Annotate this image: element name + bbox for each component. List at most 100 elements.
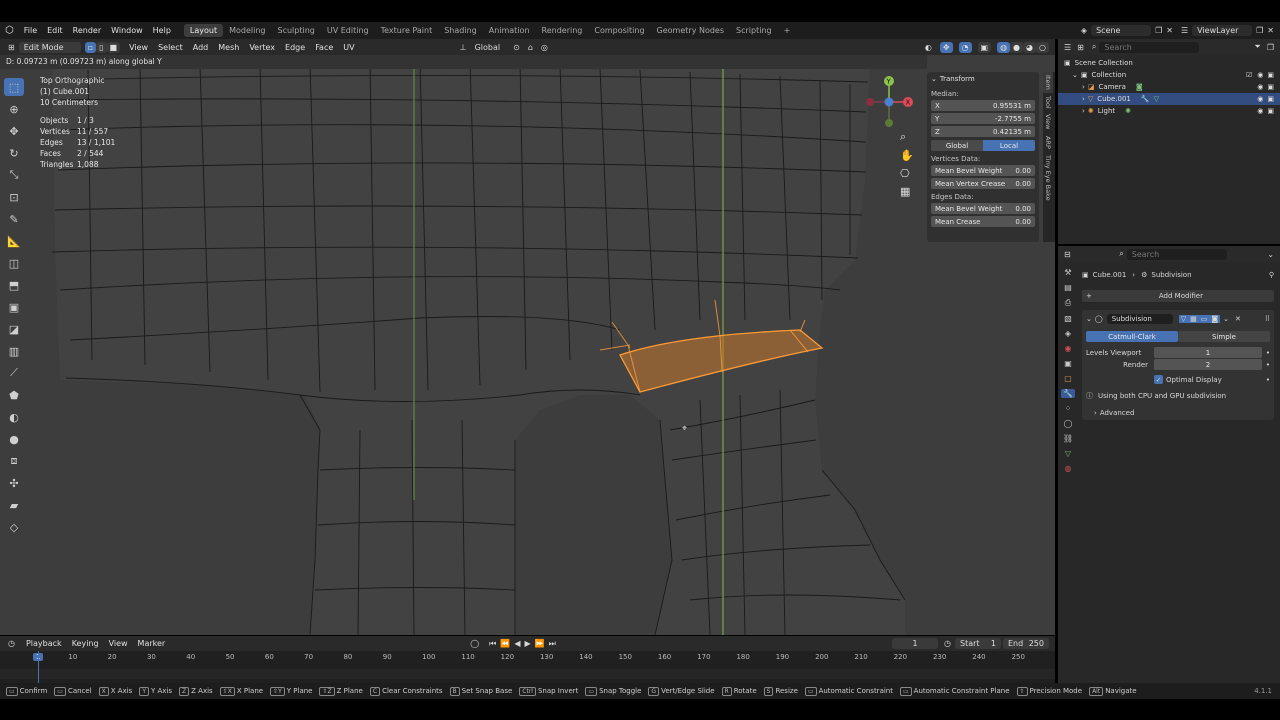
- smooth-icon[interactable]: ●: [4, 430, 24, 448]
- edge-slide-icon[interactable]: ⧈: [4, 452, 24, 470]
- checkbox-icon[interactable]: ☑: [1246, 71, 1252, 79]
- expand-arrow-icon[interactable]: ›: [1082, 107, 1085, 115]
- pin-icon[interactable]: ⚲: [1269, 271, 1274, 279]
- tab-modeling[interactable]: Modeling: [223, 24, 271, 37]
- expand-arrow-icon[interactable]: ›: [1082, 95, 1085, 103]
- outliner-row-scene-collection[interactable]: ▣ Scene Collection: [1064, 57, 1274, 69]
- edge-select-icon[interactable]: ▯: [96, 41, 107, 53]
- properties-editor-icon[interactable]: ⊟: [1064, 250, 1071, 259]
- viewport-toggle-icon[interactable]: ▭: [1198, 315, 1210, 323]
- expand-arrow-icon[interactable]: ›: [1094, 409, 1097, 417]
- prev-keyframe-icon[interactable]: ⏪: [500, 639, 510, 648]
- transform-icon[interactable]: ⊡: [4, 188, 24, 206]
- drag-handle-icon[interactable]: ⠿: [1265, 315, 1270, 323]
- tab-layout[interactable]: Layout: [183, 24, 224, 37]
- next-keyframe-icon[interactable]: ⏩: [535, 639, 545, 648]
- render-tab-icon[interactable]: ▤: [1064, 283, 1072, 292]
- orientation-selector[interactable]: Global: [469, 41, 506, 53]
- menu-select[interactable]: Select: [153, 43, 188, 52]
- tab-tool[interactable]: Tool: [1043, 93, 1053, 112]
- menu-face[interactable]: Face: [310, 43, 338, 52]
- shrink-fatten-icon[interactable]: ✣: [4, 474, 24, 492]
- eye-icon[interactable]: ◉: [1257, 71, 1263, 79]
- eye-icon[interactable]: ◉: [1257, 107, 1263, 115]
- vertex-select-icon[interactable]: ▫: [84, 41, 97, 53]
- mode-selector[interactable]: Edit Mode: [18, 41, 81, 53]
- jump-end-icon[interactable]: ⏭: [549, 639, 556, 649]
- camera-render-icon[interactable]: ▣: [1267, 83, 1274, 91]
- outliner-search-input[interactable]: Search: [1099, 41, 1200, 53]
- start-frame-field[interactable]: Start 1: [955, 638, 1001, 649]
- constraints-tab-icon[interactable]: ⛓: [1063, 434, 1073, 443]
- data-tab-icon[interactable]: ▽: [1065, 449, 1071, 458]
- end-frame-field[interactable]: End 250: [1003, 638, 1049, 649]
- material-tab-icon[interactable]: ◍: [1065, 464, 1072, 473]
- current-frame-field[interactable]: 1: [892, 638, 939, 649]
- viewlayer-close-icon[interactable]: ✕: [1267, 26, 1274, 35]
- viewlayer-copy-icon[interactable]: ❐: [1256, 26, 1263, 35]
- simple-toggle[interactable]: Simple: [1178, 331, 1270, 342]
- shading-material-icon[interactable]: ◕: [1023, 41, 1037, 53]
- tab-compositing[interactable]: Compositing: [588, 24, 650, 37]
- physics-tab-icon[interactable]: ◯: [1064, 419, 1073, 428]
- knife-icon[interactable]: ⟋: [4, 364, 24, 382]
- tab-arp[interactable]: ARP: [1043, 133, 1053, 152]
- tab-view[interactable]: View: [1043, 111, 1053, 132]
- record-icon[interactable]: ◯: [470, 639, 479, 648]
- play-icon[interactable]: ▶: [524, 639, 530, 648]
- tab-animation[interactable]: Animation: [483, 24, 536, 37]
- close-icon[interactable]: ✕: [1235, 315, 1241, 323]
- tab-rendering[interactable]: Rendering: [536, 24, 589, 37]
- viewlayer-selector[interactable]: ViewLayer: [1192, 25, 1253, 36]
- median-z-field[interactable]: Z 0.42135 m: [931, 126, 1035, 137]
- tab-geometry-nodes[interactable]: Geometry Nodes: [651, 24, 730, 37]
- properties-search-input[interactable]: Search: [1126, 248, 1227, 260]
- camera-view-icon[interactable]: ⎔: [900, 167, 914, 180]
- modifier-menu-icon[interactable]: ⌄: [1223, 315, 1229, 323]
- add-modifier-button[interactable]: Add Modifier: [1092, 292, 1270, 300]
- gizmo-toggle-icon[interactable]: ✥: [939, 41, 953, 53]
- median-x-field[interactable]: X 0.95531 m: [931, 100, 1035, 111]
- tab-scripting[interactable]: Scripting: [730, 24, 778, 37]
- pivot-icon[interactable]: ⊙: [513, 43, 520, 52]
- mean-crease-field[interactable]: Mean Crease 0.00: [931, 216, 1035, 227]
- menu-edit[interactable]: Edit: [42, 26, 68, 35]
- local-toggle[interactable]: Local: [983, 140, 1035, 151]
- menu-render[interactable]: Render: [68, 26, 106, 35]
- tab-texture-paint[interactable]: Texture Paint: [375, 24, 439, 37]
- 3d-viewport[interactable]: ⌖ Y X ⌕ ✋ ⎔ ▦: [0, 55, 1055, 635]
- poly-build-icon[interactable]: ⬟: [4, 386, 24, 404]
- select-box-icon[interactable]: ⬚: [4, 78, 24, 96]
- jump-start-icon[interactable]: ⏮: [489, 639, 496, 649]
- tab-sculpting[interactable]: Sculpting: [272, 24, 321, 37]
- menu-uv[interactable]: UV: [338, 43, 359, 52]
- face-select-icon[interactable]: ■: [106, 41, 121, 53]
- keyframe-dot-icon[interactable]: •: [1266, 376, 1270, 384]
- timeline[interactable]: 1102030405060708090100110120130140150160…: [0, 651, 1055, 683]
- particles-tab-icon[interactable]: ⁘: [1065, 404, 1072, 413]
- output-tab-icon[interactable]: ⎙: [1065, 298, 1071, 308]
- filter-icon[interactable]: ⏷: [1254, 42, 1260, 52]
- camera-render-icon[interactable]: ▣: [1267, 71, 1274, 79]
- edit-mode-toggle-icon[interactable]: ▽: [1178, 315, 1189, 323]
- overlay-toggle-icon[interactable]: ◔: [958, 41, 972, 53]
- snap-icon[interactable]: ⌂: [528, 43, 533, 52]
- eye-icon[interactable]: ◉: [1257, 83, 1263, 91]
- proportional-edit-icon[interactable]: ◎: [541, 43, 548, 52]
- outliner-row-cube[interactable]: › ▽ Cube.001 🔧 ▽ ◉ ▣: [1058, 93, 1280, 105]
- timeline-editor-icon[interactable]: ◷: [8, 639, 15, 648]
- world-tab-icon[interactable]: ◉: [1065, 344, 1072, 353]
- modifier-tab-icon[interactable]: 🔧: [1061, 389, 1075, 398]
- tab-tiny-eye-bake[interactable]: Tiny Eye Bake: [1043, 152, 1053, 204]
- keyframe-dot-icon[interactable]: •: [1266, 349, 1270, 357]
- scene-copy-icon[interactable]: ❐: [1155, 26, 1162, 35]
- outliner-editor-icon[interactable]: ☰: [1064, 43, 1071, 52]
- global-toggle[interactable]: Global: [931, 140, 983, 151]
- ortho-grid-icon[interactable]: ▦: [900, 185, 914, 198]
- menu-playback[interactable]: Playback: [21, 639, 67, 648]
- scene-tab-icon[interactable]: ◈: [1065, 329, 1071, 338]
- menu-vertex[interactable]: Vertex: [244, 43, 280, 52]
- shading-rendered-icon[interactable]: ○: [1036, 41, 1049, 53]
- add-workspace-button[interactable]: +: [778, 24, 797, 37]
- mean-vertex-crease-field[interactable]: Mean Vertex Crease 0.00: [931, 178, 1035, 189]
